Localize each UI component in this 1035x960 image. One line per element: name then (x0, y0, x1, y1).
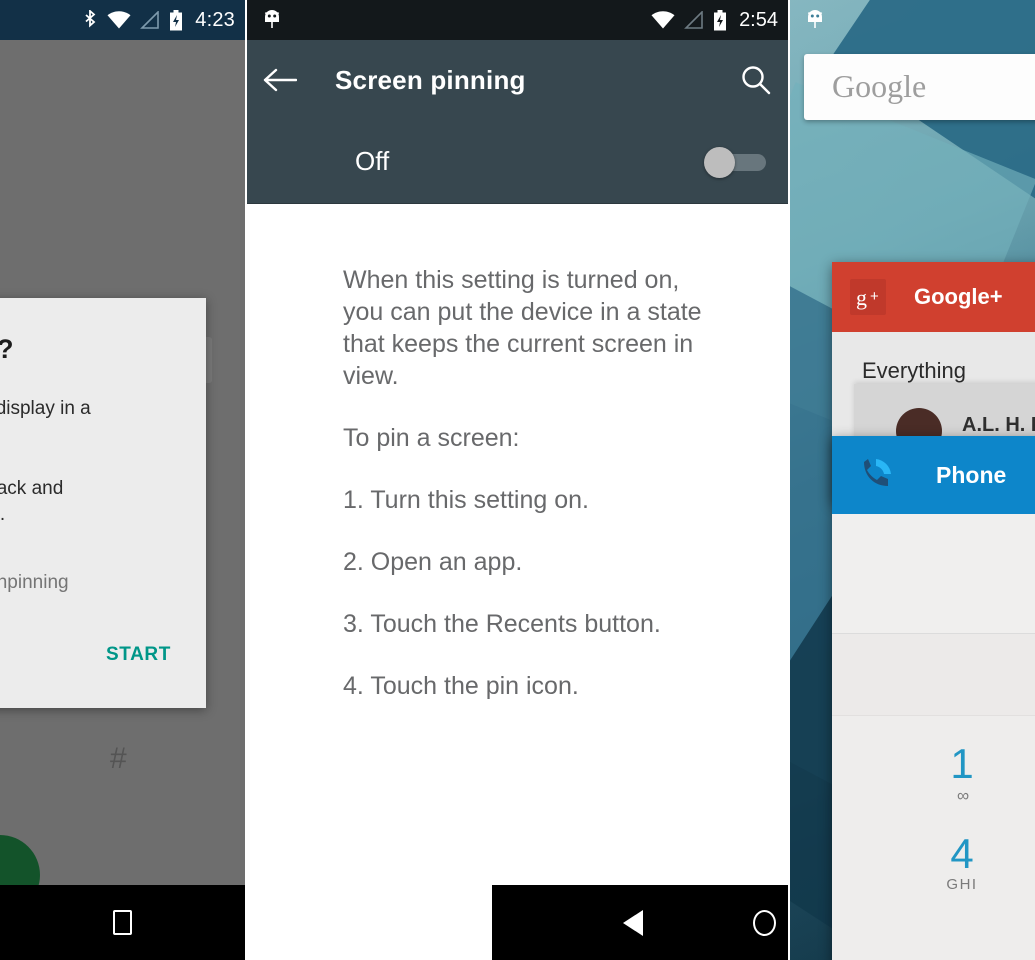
screen-pinning-dialog: ng? the display in a ld Back and time. r… (0, 298, 206, 708)
left-clock: 4:23 (195, 8, 235, 31)
google-search-bar[interactable]: Google (804, 54, 1035, 120)
battery-charging-icon (169, 9, 183, 31)
step-item: 3. Touch the Recents button. (343, 610, 661, 638)
center-toolbar: Screen pinning (247, 40, 788, 120)
dialog-paragraph-2: ld Back and time. (0, 476, 63, 528)
svg-text:+: + (870, 288, 879, 305)
screen-pinning-toggle-row[interactable]: Off (247, 120, 788, 204)
panel-right-home-recents: Google g + Google+ Everything A.L. H. P. (790, 0, 1035, 960)
intro-paragraph: When this setting is turned on, you can … (343, 266, 702, 390)
left-nav-bar (0, 885, 245, 960)
screenshot-stage: 4:23 # ng? the display in a ld Back and … (0, 0, 1035, 960)
left-scrim-background: # ng? the display in a ld Back and time.… (0, 40, 245, 915)
card-content-line: Everything (862, 358, 966, 383)
google-plus-icon: g + (850, 279, 886, 315)
steps-heading: To pin a screen: (343, 424, 520, 452)
panel-center-screen-pinning: 2:54 Screen pinning Off When this settin… (245, 0, 790, 960)
dial-input-field[interactable] (832, 514, 1035, 634)
dialog-paragraph-2-line-2: time. (0, 504, 6, 525)
home-button[interactable] (744, 903, 784, 943)
cell-signal-icon (684, 11, 704, 29)
android-notification-icon (261, 8, 283, 32)
screen-pinning-switch[interactable] (704, 146, 766, 178)
search-icon[interactable] (740, 64, 772, 96)
center-nav-bar (492, 885, 788, 960)
dialog-start-button[interactable]: START (106, 644, 171, 666)
google-search-label: Google (832, 68, 927, 104)
battery-charging-icon (713, 9, 727, 31)
step-item: 1. Turn this setting on. (343, 486, 589, 514)
card-header: g + Google+ (832, 262, 1035, 332)
dialpad-key-number: 1 (950, 740, 974, 787)
center-clock: 2:54 (739, 8, 778, 31)
dialog-paragraph-3: re unpinning (0, 572, 69, 593)
cell-signal-icon (140, 11, 160, 29)
step-item: 2. Open an app. (343, 548, 523, 576)
wifi-icon (651, 11, 675, 29)
card-ghost-line: A.L. H. P. (962, 414, 1035, 436)
card-app-name: Phone (936, 461, 1007, 488)
toggle-state-label: Off (355, 146, 390, 176)
wifi-icon (107, 11, 131, 29)
dialog-paragraph-2-line-1: ld Back and (0, 478, 64, 499)
step-item: 4. Touch the pin icon. (343, 672, 579, 700)
bluetooth-icon (83, 9, 98, 31)
left-status-bar: 4:23 (0, 0, 245, 40)
dialpad-key[interactable]: 1 ∞ (832, 742, 1035, 806)
right-status-bar (790, 0, 1035, 40)
dialog-paragraph-1: the display in a (0, 398, 91, 419)
recents-card-phone[interactable]: Phone 1 ∞ 4 GHI (832, 436, 1035, 960)
card-body: 1 ∞ 4 GHI (832, 514, 1035, 960)
dialpad: 1 ∞ 4 GHI (832, 716, 1035, 894)
page-title: Screen pinning (335, 64, 526, 95)
center-content: When this setting is turned on, you can … (247, 204, 788, 885)
dialpad-key-letters: GHI (946, 876, 978, 893)
dialpad-key-number: 4 (950, 830, 974, 877)
svg-text:g: g (856, 285, 867, 310)
back-button[interactable] (613, 903, 653, 943)
back-arrow-icon[interactable] (263, 66, 297, 94)
dial-suggestion-row (832, 634, 1035, 716)
voicemail-glyph-icon: ∞ (956, 786, 969, 805)
panel-left-dialer: 4:23 # ng? the display in a ld Back and … (0, 0, 245, 960)
phone-icon (856, 456, 894, 494)
center-status-bar: 2:54 (247, 0, 788, 40)
switch-thumb (704, 146, 735, 178)
dialog-actions: THANKS START (0, 644, 206, 690)
card-app-name: Google+ (914, 284, 1003, 309)
dialpad-hash-key[interactable]: # (110, 742, 128, 776)
dialog-title: ng? (0, 334, 13, 365)
card-header: Phone (832, 436, 1035, 514)
recents-button[interactable] (103, 903, 143, 943)
dialpad-key[interactable]: 4 GHI (832, 830, 1035, 894)
android-notification-icon (804, 8, 826, 32)
